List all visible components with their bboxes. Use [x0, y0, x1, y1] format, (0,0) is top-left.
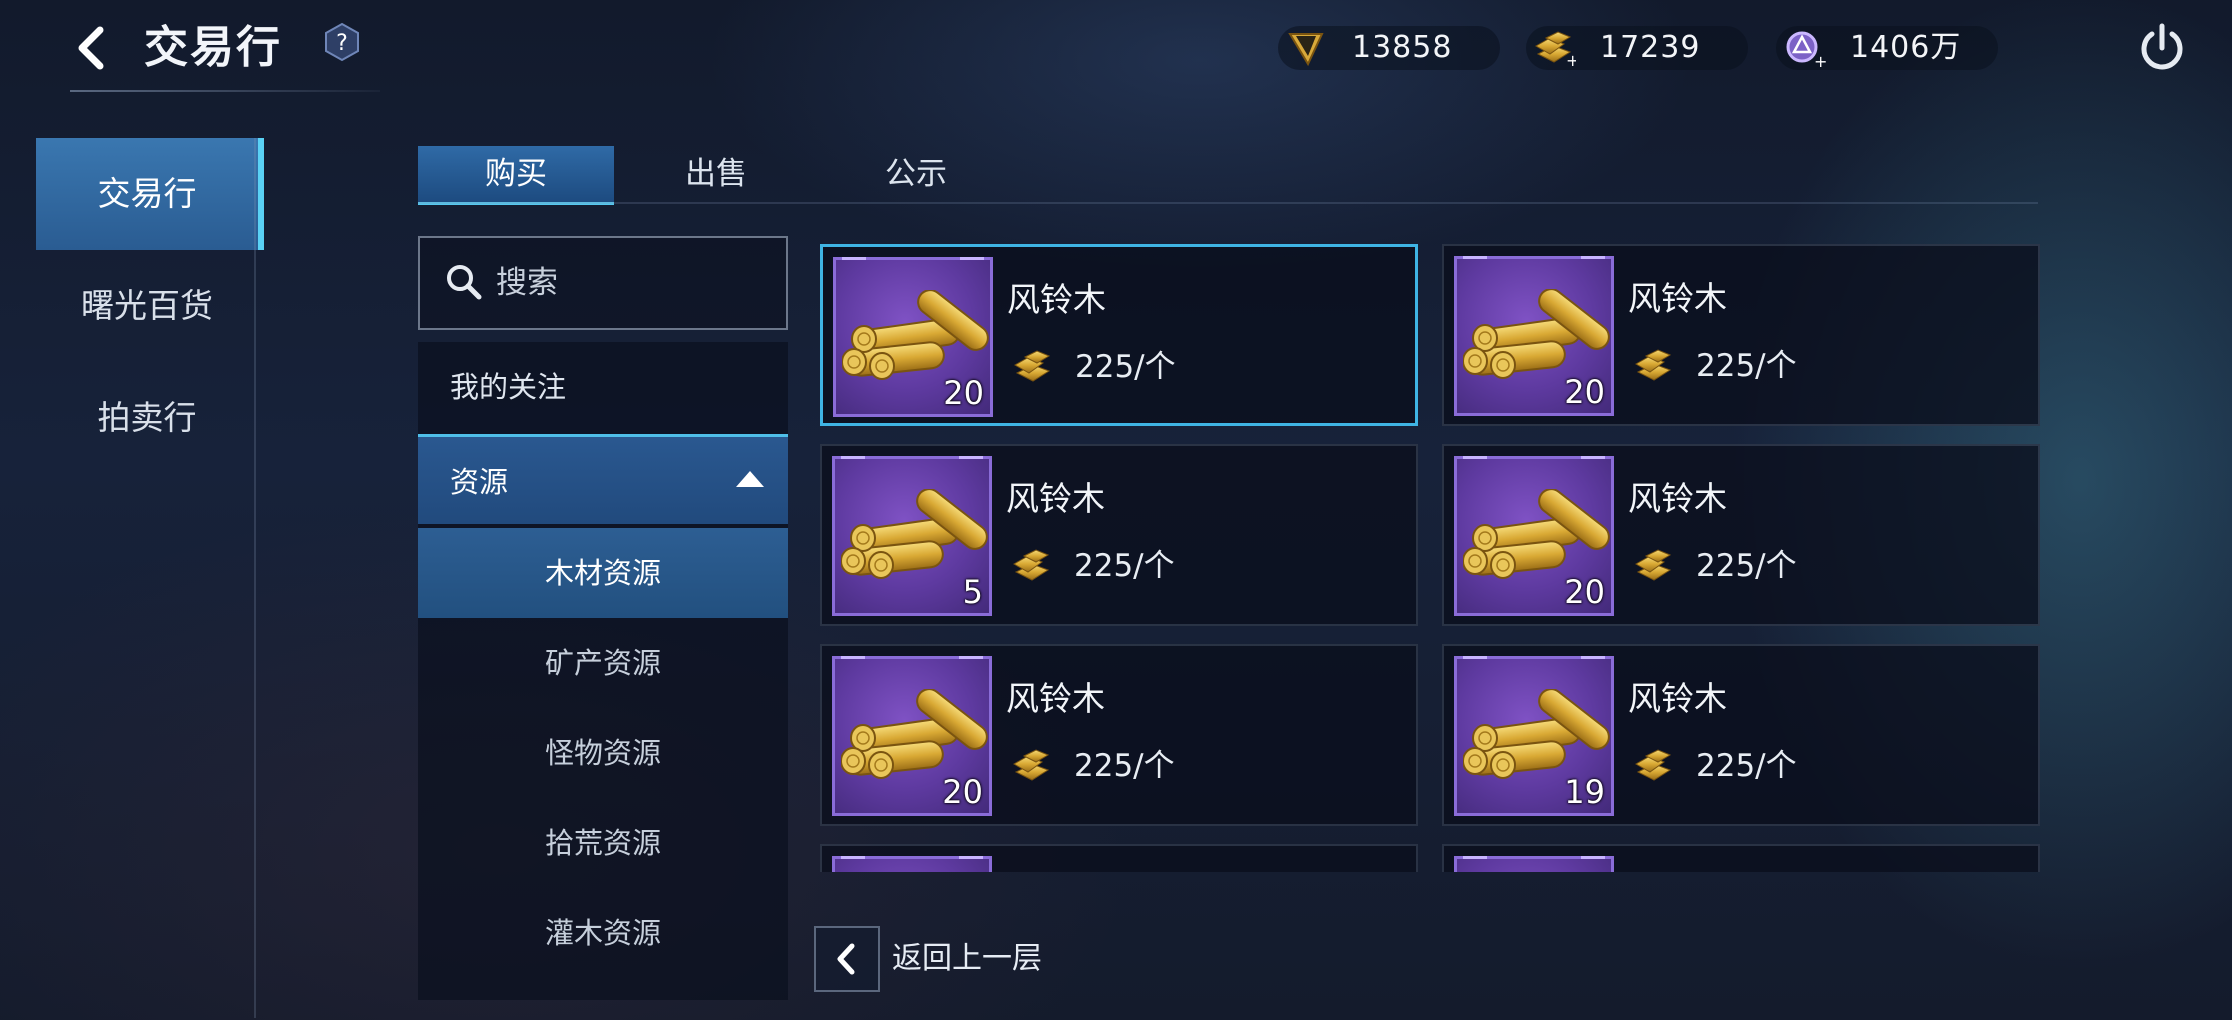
gold-bar-icon — [1632, 746, 1676, 786]
gold-bar-icon — [1010, 746, 1054, 786]
item-price: 225/个 — [1075, 349, 1176, 385]
currency-value: 17239 — [1600, 30, 1701, 65]
item-card-partial[interactable] — [820, 844, 1418, 872]
item-quantity: 20 — [1564, 573, 1605, 611]
title-divider — [70, 90, 380, 92]
item-name: 风铃木 — [1628, 679, 1727, 718]
item-price: 225/个 — [1074, 548, 1175, 584]
exit-button[interactable] — [2136, 20, 2188, 76]
nav-item-trading[interactable]: 交易行 — [36, 138, 264, 250]
currency-crystal[interactable]: + 1406万 — [1776, 26, 1998, 70]
item-name: 风铃木 — [1628, 279, 1727, 318]
back-level-label[interactable]: 返回上一层 — [892, 926, 1042, 992]
gold-bar-icon: + — [1532, 28, 1576, 68]
item-price: 225/个 — [1696, 348, 1797, 384]
help-icon: ? — [325, 22, 359, 62]
svg-text:+: + — [1566, 51, 1576, 68]
gold-bar-icon — [1010, 546, 1054, 586]
item-thumbnail — [1454, 856, 1614, 872]
item-name: 风铃木 — [1006, 479, 1105, 518]
nav-divider — [254, 138, 256, 1018]
help-button[interactable]: ? — [322, 22, 362, 62]
currency-value: 13858 — [1352, 30, 1453, 65]
gold-bar-icon — [1632, 546, 1676, 586]
subcategory-wood[interactable]: 木材资源 — [418, 528, 788, 618]
item-thumbnail: 20 — [832, 656, 992, 816]
subcategory-scavenge[interactable]: 拾荒资源 — [418, 798, 788, 888]
page-title: 交易行 — [144, 22, 282, 73]
item-grid: 20 风铃木 225/个 20 风铃木 225/个 5 风铃木 225/个 20… — [820, 240, 2040, 872]
currency-diamond[interactable]: 13858 — [1278, 26, 1500, 70]
tab-divider — [418, 202, 2038, 204]
item-card[interactable]: 5 风铃木 225/个 — [820, 444, 1418, 626]
item-thumbnail: 19 — [1454, 656, 1614, 816]
item-name: 风铃木 — [1628, 479, 1727, 518]
item-thumbnail: 20 — [1454, 456, 1614, 616]
tab-announcement[interactable]: 公示 — [818, 146, 1014, 202]
gold-bar-icon — [1011, 347, 1055, 387]
diamond-icon — [1288, 33, 1324, 67]
nav-item-dawn-store[interactable]: 曙光百货 — [36, 250, 258, 362]
item-card-partial[interactable] — [1442, 844, 2040, 872]
tab-buy[interactable]: 购买 — [418, 146, 614, 205]
power-icon — [2141, 23, 2183, 70]
category-favorites[interactable]: 我的关注 — [418, 342, 788, 432]
caret-up-icon — [736, 471, 764, 487]
item-thumbnail: 20 — [833, 257, 993, 417]
item-quantity: 20 — [943, 374, 984, 412]
back-level-button[interactable] — [814, 926, 880, 992]
search-input[interactable]: 搜索 — [418, 236, 788, 330]
back-button[interactable] — [70, 16, 114, 80]
search-placeholder: 搜索 — [496, 265, 558, 301]
subcategory-monster[interactable]: 怪物资源 — [418, 708, 788, 798]
item-thumbnail — [832, 856, 992, 872]
item-name: 风铃木 — [1007, 280, 1106, 319]
search-icon — [447, 265, 482, 300]
item-price: 225/个 — [1074, 748, 1175, 784]
item-card[interactable]: 20 风铃木 225/个 — [1442, 444, 2040, 626]
item-card[interactable]: 20 风铃木 225/个 — [820, 244, 1418, 426]
nav-item-auction[interactable]: 拍卖行 — [36, 362, 258, 474]
currency-gold[interactable]: + 17239 — [1526, 26, 1748, 70]
item-quantity: 20 — [1564, 373, 1605, 411]
item-thumbnail: 20 — [1454, 256, 1614, 416]
category-list: 我的关注 资源 木材资源 矿产资源 怪物资源 拾荒资源 灌木资源 — [418, 342, 788, 1000]
item-thumbnail: 5 — [832, 456, 992, 616]
svg-text:?: ? — [336, 31, 348, 56]
item-quantity: 5 — [962, 573, 983, 611]
item-quantity: 20 — [942, 773, 983, 811]
item-price: 225/个 — [1696, 548, 1797, 584]
item-quantity: 19 — [1564, 773, 1605, 811]
currency-value: 1406万 — [1850, 30, 1962, 65]
item-card[interactable]: 19 风铃木 225/个 — [1442, 644, 2040, 826]
gold-bar-icon — [1632, 346, 1676, 386]
chevron-left-icon — [78, 26, 104, 70]
subcategory-shrub[interactable]: 灌木资源 — [418, 888, 788, 978]
crystal-coin-icon: + — [1786, 31, 1826, 68]
item-name: 风铃木 — [1006, 679, 1105, 718]
category-label: 资源 — [450, 465, 509, 499]
category-resources[interactable]: 资源 — [418, 434, 788, 524]
tab-sell[interactable]: 出售 — [618, 146, 814, 202]
item-card[interactable]: 20 风铃木 225/个 — [820, 644, 1418, 826]
svg-text:+: + — [1814, 52, 1826, 68]
subcategory-ore[interactable]: 矿产资源 — [418, 618, 788, 708]
chevron-left-icon — [837, 943, 855, 975]
item-price: 225/个 — [1696, 748, 1797, 784]
item-card[interactable]: 20 风铃木 225/个 — [1442, 244, 2040, 426]
